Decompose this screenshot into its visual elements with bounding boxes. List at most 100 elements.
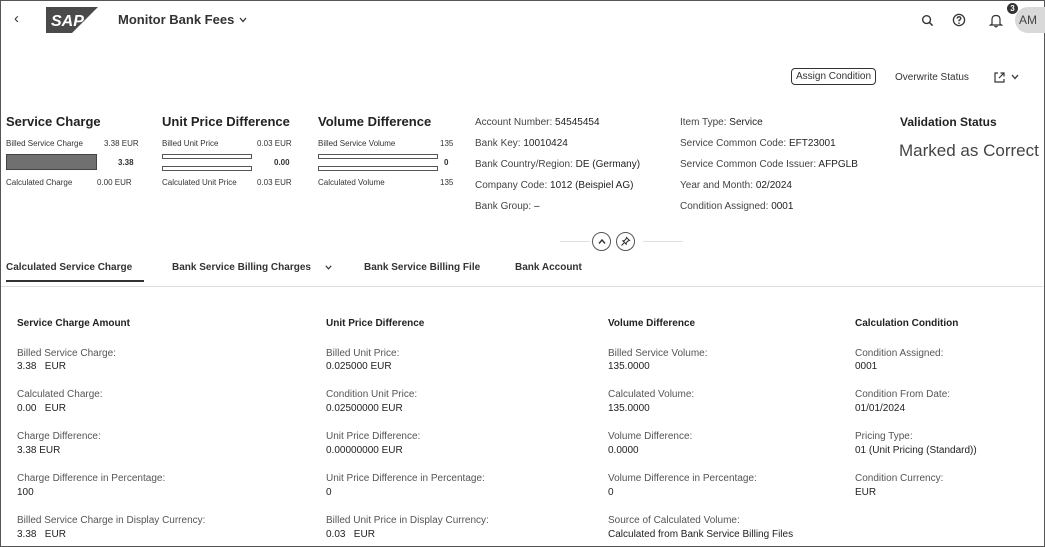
app-title-menu[interactable]: Monitor Bank Fees [118,12,248,27]
assign-condition-button[interactable]: Assign Condition [791,68,877,85]
kpi-billed-service-charge-label: Billed Service Charge [6,139,83,148]
attr-bank-key-label: Bank Key: [475,138,521,149]
tab-calculated-service-charge[interactable]: Calculated Service Charge [6,262,132,273]
chevron-down-icon [239,17,247,22]
kpi-calculated-unit-price-label: Calculated Unit Price [162,178,237,187]
field-value: 3.38 EUR [17,445,61,456]
field-value: Calculated from Bank Service Billing Fil… [608,529,794,540]
sap-logo: SAP [46,7,98,33]
field-value: 3.38 EUR [17,361,66,372]
field-value: 0001 [855,361,878,372]
kpi-billed-unit-price-label: Billed Unit Price [162,139,219,148]
attr-common-code-issuer: Service Common Code Issuer: AFPGLB [680,159,858,170]
field-label: Condition Assigned: [855,348,944,359]
search-icon[interactable] [918,11,936,29]
attr-condition-assigned-value: 0001 [771,201,794,212]
chevron-down-icon [1011,74,1019,80]
field-value: 01 (Unit Pricing (Standard)) [855,445,977,456]
field-value: 0.00 EUR [17,403,66,414]
section-volume-title: Volume Difference [608,318,696,329]
overwrite-status-button[interactable]: Overwrite Status [895,68,969,86]
pin-icon[interactable] [616,232,635,251]
kpi-unit-price-bar-top [162,154,252,159]
attr-bank-country: Bank Country/Region: DE (Germany) [475,159,640,170]
kpi-unit-price-title: Unit Price Difference [162,114,290,129]
field-label: Volume Difference: [608,431,693,442]
kpi-billed-service-charge-value: 3.38 EUR [104,139,139,148]
tab-bank-account[interactable]: Bank Account [515,262,582,273]
attr-condition-assigned-label: Condition Assigned: [680,201,769,212]
attr-account-number-value: 54545454 [555,117,600,128]
bell-icon[interactable] [987,11,1005,29]
field-value: 0.00000000 EUR [326,445,403,456]
field-value: 100 [17,487,34,498]
field-label: Source of Calculated Volume: [608,515,740,526]
kpi-service-charge-title: Service Charge [6,114,101,129]
kpi-service-charge-bar-value: 3.38 [118,158,134,167]
share-menu-button[interactable] [993,68,1020,86]
field-value: 0 [326,487,332,498]
help-icon[interactable] [950,11,968,29]
attr-common-code: Service Common Code: EFT23001 [680,138,836,149]
kpi-calculated-charge-value: 0.00 EUR [97,178,132,187]
chevron-down-icon [325,265,332,270]
field-value: 0.03 EUR [326,529,375,540]
attr-common-code-value: EFT23001 [788,138,836,149]
kpi-billed-volume-value: 135 [440,139,454,148]
field-label: Calculated Volume: [608,389,695,400]
attr-item-type-label: Item Type: [680,117,727,128]
header-divider-left [560,241,590,242]
attr-account-number: Account Number: 54545454 [475,117,600,128]
field-label: Unit Price Difference in Percentage: [326,473,485,484]
field-label: Unit Price Difference: [326,431,421,442]
field-label: Charge Difference in Percentage: [17,473,166,484]
section-condition-title: Calculation Condition [855,318,959,329]
field-label: Billed Unit Price: [326,348,400,359]
field-value: 0 [608,487,614,498]
tab-selected-indicator [6,280,144,282]
attr-bank-key-value: 10010424 [523,138,568,149]
kpi-billed-unit-price-value: 0.03 EUR [257,139,292,148]
field-label: Calculated Charge: [17,389,103,400]
kpi-calculated-charge-label: Calculated Charge [6,178,73,187]
field-value: 0.02500000 EUR [326,403,403,414]
field-value: 135.0000 [608,403,650,414]
attr-common-code-label: Service Common Code: [680,138,787,149]
attr-bank-group-label: Bank Group: [475,201,532,212]
validation-status-title: Validation Status [900,115,997,129]
field-value: 3.38 EUR [17,529,66,540]
attr-year-month-value: 02/2024 [755,180,792,191]
field-label: Condition Currency: [855,473,944,484]
section-unit-price-title: Unit Price Difference [326,318,425,329]
attr-common-code-issuer-value: AFPGLB [818,159,858,170]
attr-year-month-label: Year and Month: [680,180,754,191]
tab-bank-service-billing-charges[interactable]: Bank Service Billing Charges [172,262,333,273]
avatar[interactable]: AM [1015,7,1045,33]
header-divider-right [643,241,683,242]
attr-condition-assigned: Condition Assigned: 0001 [680,201,793,212]
validation-status-value: Marked as Correct [899,141,1039,160]
attr-bank-country-value: DE (Germany) [575,159,641,170]
field-value: 01/01/2024 [855,403,906,414]
back-icon[interactable]: ‹ [14,10,19,27]
kpi-billed-volume-label: Billed Service Volume [318,139,396,148]
kpi-volume-bar-value: 0 [444,158,449,167]
app-title: Monitor Bank Fees [118,12,235,27]
field-label: Billed Service Volume: [608,348,708,359]
kpi-calculated-volume-label: Calculated Volume [318,178,385,187]
attr-item-type-value: Service [729,117,763,128]
attr-company-code-label: Company Code: [475,180,548,191]
kpi-calculated-volume-value: 135 [440,178,454,187]
tab-bank-service-billing-charges-label: Bank Service Billing Charges [172,262,311,273]
field-label: Charge Difference: [17,431,101,442]
tab-bank-service-billing-file[interactable]: Bank Service Billing File [364,262,480,273]
attr-bank-key: Bank Key: 10010424 [475,138,568,149]
kpi-unit-price-bar-value: 0.00 [274,158,290,167]
attr-item-type: Item Type: Service [680,117,763,128]
field-value: 135.0000 [608,361,650,372]
logo-text: SAP [51,13,84,30]
share-icon [994,71,1005,83]
field-label: Pricing Type: [855,431,913,442]
attr-account-number-label: Account Number: [475,117,553,128]
collapse-up-icon[interactable] [592,232,611,251]
